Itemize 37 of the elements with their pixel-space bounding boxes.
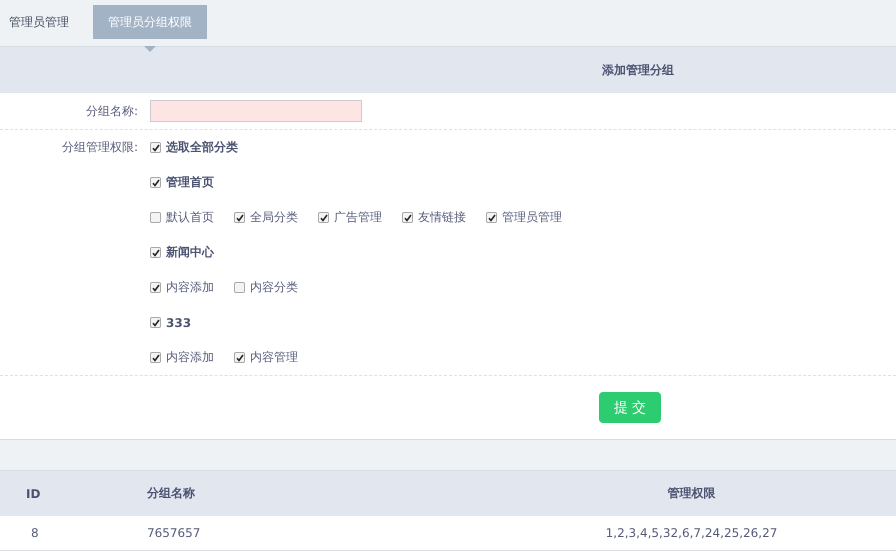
column-header: 分组名称 (147, 485, 196, 502)
form-title: 添加管理分组 (602, 62, 674, 78)
checked-checkbox-icon[interactable] (234, 352, 245, 363)
permission-checkbox[interactable]: 全局分类 (234, 209, 298, 226)
permission-checkbox[interactable]: 友情链接 (402, 209, 466, 226)
table-cell-text: 1,2,3,4,5,32,6,7,24,25,26,27 (604, 526, 778, 540)
permission-checkbox[interactable]: 内容添加 (150, 279, 214, 296)
permission-checkbox[interactable]: 内容添加 (150, 349, 214, 366)
checked-checkbox-icon[interactable] (486, 212, 497, 223)
table-cell-text: 7657657 (147, 526, 202, 540)
checked-checkbox-icon[interactable] (318, 212, 329, 223)
tab[interactable]: 管理员管理 (0, 5, 83, 39)
checked-checkbox-icon[interactable] (150, 247, 161, 258)
permission-checkbox[interactable]: 内容分类 (234, 279, 298, 296)
permission-checkbox[interactable]: 内容管理 (234, 349, 298, 366)
checked-checkbox-icon[interactable] (150, 282, 161, 293)
column-header: ID (25, 486, 42, 500)
checked-checkbox-icon[interactable] (150, 352, 161, 363)
checkbox-icon[interactable] (150, 212, 161, 223)
permission-checkbox[interactable]: 广告管理 (318, 209, 382, 226)
permission-checkbox[interactable]: 选取全部分类 (150, 139, 238, 156)
checked-checkbox-icon[interactable] (150, 177, 161, 188)
column-header: 管理权限 (666, 485, 716, 502)
checked-checkbox-icon[interactable] (150, 317, 161, 328)
group-name-field[interactable] (150, 100, 362, 122)
table-cell-text: 8 (30, 526, 40, 540)
checked-checkbox-icon[interactable] (402, 212, 413, 223)
permission-checkbox[interactable]: 默认首页 (150, 209, 214, 226)
permission-checkbox[interactable]: 管理员管理 (486, 209, 562, 226)
checked-checkbox-icon[interactable] (234, 212, 245, 223)
checked-checkbox-icon[interactable] (150, 142, 161, 153)
field-label: 分组管理权限: (60, 139, 139, 156)
checkbox-icon[interactable] (234, 282, 245, 293)
permission-checkbox[interactable]: 新闻中心 (150, 244, 214, 261)
permission-checkbox[interactable]: 333 (150, 316, 192, 330)
permission-checkbox[interactable]: 管理首页 (150, 174, 214, 191)
field-label: 分组名称: (84, 102, 139, 120)
